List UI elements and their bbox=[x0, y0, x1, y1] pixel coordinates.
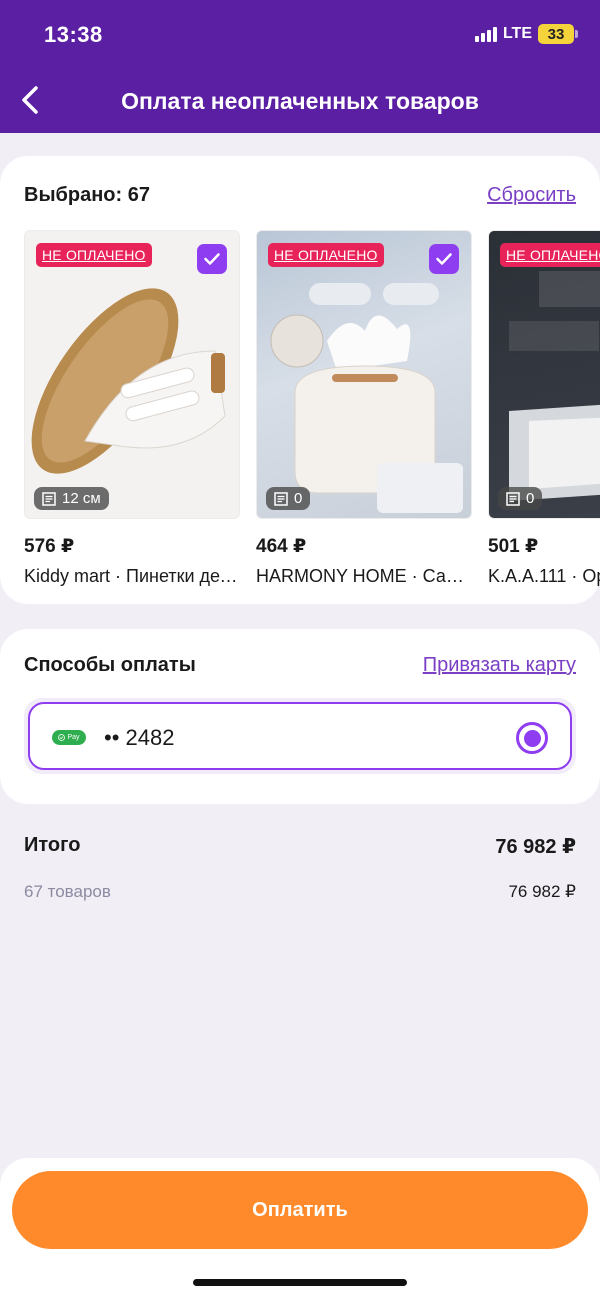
product-title[interactable]: K.A.A.111 · Органайзер bbox=[488, 566, 600, 587]
page-title: Оплата неоплаченных товаров bbox=[121, 88, 479, 114]
payment-card-option-inner[interactable]: Pay •• 2482 bbox=[28, 702, 572, 770]
selected-count-label: Выбрано: 67 bbox=[24, 184, 150, 206]
product-title[interactable]: HARMONY HOME · Салфетница bbox=[256, 566, 472, 587]
tissue-box-image bbox=[270, 283, 463, 513]
unpaid-badge: НЕ ОПЛАЧЕНО bbox=[500, 243, 600, 267]
top-bar: 13:38 LTE 33 Оплата неоплаченных товаров bbox=[0, 0, 600, 133]
bind-card-link[interactable]: Привязать карту bbox=[423, 654, 576, 677]
product-price: 464 ₽ bbox=[256, 536, 307, 557]
check-circle-icon bbox=[58, 734, 66, 741]
signal-icon bbox=[474, 26, 497, 42]
product-price: 501 ₽ bbox=[488, 536, 539, 557]
unpaid-badge: НЕ ОПЛАЧЕНО bbox=[36, 243, 152, 267]
size-value: 12 см bbox=[62, 490, 101, 507]
organizer-image bbox=[509, 271, 600, 501]
pay-logo-text: Pay bbox=[67, 734, 80, 741]
product-card[interactable]: НЕ ОПЛАЧЕНО 12 см 576 ₽ Kiddy mart · Пин… bbox=[24, 230, 240, 587]
size-value: 0 bbox=[294, 490, 303, 507]
card-number: •• 2482 bbox=[104, 725, 175, 750]
product-title[interactable]: Kiddy mart · Пинетки детские bbox=[24, 566, 240, 587]
items-count-label: 67 товаров bbox=[24, 882, 111, 901]
size-pill: 0 bbox=[498, 487, 543, 510]
checkbox-checked[interactable] bbox=[429, 244, 459, 274]
pay-logo-icon: Pay bbox=[52, 730, 86, 745]
payment-card-option[interactable]: Pay •• 2482 bbox=[24, 698, 576, 774]
product-card[interactable]: НЕ ОПЛАЧЕНО 0 501 ₽ K.A.A.111 · Органайз… bbox=[488, 230, 600, 587]
baby-shoes-image bbox=[31, 288, 226, 474]
status-indicators: LTE 33 bbox=[474, 24, 578, 44]
list-icon bbox=[274, 491, 288, 506]
battery-icon: 33 bbox=[538, 24, 578, 44]
size-pill: 0 bbox=[266, 487, 311, 510]
list-icon bbox=[506, 491, 520, 506]
list-icon bbox=[42, 491, 56, 506]
product-price: 576 ₽ bbox=[24, 536, 75, 557]
product-image[interactable]: НЕ ОПЛАЧЕНО 12 см bbox=[24, 230, 240, 519]
product-image[interactable]: НЕ ОПЛАЧЕНО 0 bbox=[488, 230, 600, 519]
size-pill: 12 см bbox=[34, 487, 109, 510]
check-icon bbox=[436, 253, 452, 265]
checkbox-checked[interactable] bbox=[197, 244, 227, 274]
products-carousel[interactable]: НЕ ОПЛАЧЕНО 12 см 576 ₽ Kiddy mart · Пин… bbox=[24, 230, 600, 590]
reset-link[interactable]: Сбросить bbox=[487, 184, 576, 207]
total-value: 76 982 ₽ bbox=[495, 836, 576, 858]
unpaid-badge: НЕ ОПЛАЧЕНО bbox=[268, 243, 384, 267]
network-label: LTE bbox=[502, 25, 532, 42]
product-card[interactable]: НЕ ОПЛАЧЕНО 0 464 ₽ HARMONY HOME · Салфе… bbox=[256, 230, 472, 587]
product-image[interactable]: НЕ ОПЛАЧЕНО 0 bbox=[256, 230, 472, 519]
items-count-value: 76 982 ₽ bbox=[508, 882, 576, 901]
status-time: 13:38 bbox=[44, 22, 103, 47]
total-label: Итого bbox=[24, 834, 81, 856]
home-indicator bbox=[193, 1279, 407, 1286]
check-icon bbox=[204, 253, 220, 265]
pay-button[interactable]: Оплатить bbox=[12, 1171, 588, 1249]
payment-methods-label: Способы оплаты bbox=[24, 654, 196, 676]
radio-selected[interactable] bbox=[516, 722, 548, 754]
size-value: 0 bbox=[526, 490, 535, 507]
